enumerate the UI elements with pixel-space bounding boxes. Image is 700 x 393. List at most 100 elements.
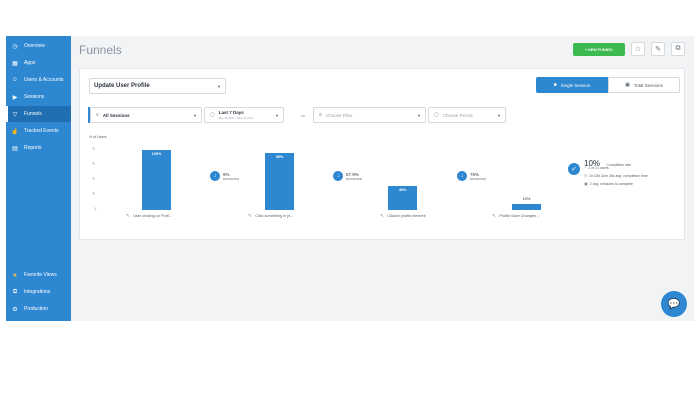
sessions-filter[interactable]: ≡ All Sessions ▼ [90, 107, 202, 123]
check-icon: ✓ [568, 163, 580, 175]
duplicate-button[interactable]: ⧉ [671, 42, 685, 56]
clock-icon: ◷ [12, 43, 18, 50]
sidebar-item-tracked-events[interactable]: ☝ Tracked Events [6, 123, 71, 139]
chevron-down-icon: ▼ [217, 84, 221, 89]
y-axis-label: % of Users [89, 135, 107, 139]
edit-button[interactable]: ✎ [651, 42, 665, 56]
bar-value-label: 95% [275, 155, 284, 159]
sidebar: ◷ Overview ▦ Apps ☺ Users & Accounts ▶ S… [6, 36, 71, 321]
pencil-tick-icon: ✎ [92, 146, 96, 151]
sidebar-item-label: Favorite Views [24, 272, 57, 278]
funnel-bar[interactable] [512, 204, 541, 210]
sidebar-item-label: Reports [24, 145, 42, 151]
sidebar-item-funnels[interactable]: ▽ Funnels [6, 106, 71, 122]
sidebar-item-production[interactable]: ⚙ Production [6, 301, 71, 317]
favorite-button[interactable]: ☆ [631, 42, 645, 56]
bar-value-label: 100% [151, 152, 162, 156]
pointer-icon: ↖ [380, 213, 385, 219]
arrow-down-icon: ↓ [333, 171, 343, 181]
sidebar-item-label: Users & Accounts [24, 77, 64, 83]
funnel-select[interactable]: Update User Profile ▼ [89, 78, 226, 94]
filter-icon: ≡ [319, 112, 322, 118]
compare-period-placeholder: Choose Period [442, 112, 473, 118]
play-icon: ▶ [12, 94, 18, 101]
stack-icon: ▣ [584, 181, 588, 186]
sidebar-item-reports[interactable]: ▤ Reports [6, 140, 71, 156]
sidebar-item-label: Overview [24, 43, 45, 49]
date-range-filter[interactable]: ▢ Last 7 Days May 18, 2021 – May 24, 202… [204, 107, 284, 123]
sidebar-item-overview[interactable]: ◷ Overview [6, 38, 71, 54]
funnel-step-label: ↖ Profile Save Changes ... [492, 213, 540, 219]
arrow-down-icon: ↓ [457, 171, 467, 181]
funnel-step-text: Profile Save Changes ... [499, 214, 541, 218]
sessions-filter-value: All Sessions [102, 112, 130, 118]
summary-time: ◷ 2d 23h 42m 26s avg. completion time [584, 173, 648, 178]
completion-rate-label: Completion rate [606, 163, 632, 167]
chevron-down-icon: ▼ [193, 113, 197, 118]
sidebar-item-label: Tracked Events [24, 128, 59, 134]
funnel-select-value: Update User Profile [94, 83, 150, 89]
grid-icon: ▦ [12, 60, 18, 67]
sidebar-item-apps[interactable]: ▦ Apps [6, 55, 71, 71]
stack-icon: ▣ [625, 82, 630, 88]
date-range-value: Last 7 Days [218, 109, 244, 115]
sidebar-item-label: Integrations [24, 289, 51, 295]
dropoff-1: ↓ 6% DROPPED [210, 171, 239, 181]
user-circle-icon: ◔ [584, 165, 587, 170]
sidebar-item-integrations[interactable]: ⧉ Integrations [6, 284, 71, 300]
total-sessions-label: Total Sessions [633, 82, 663, 88]
sidebar-item-label: Production [24, 306, 48, 312]
funnel-bar[interactable] [265, 153, 294, 210]
total-sessions-toggle[interactable]: ▣ Total Sessions [608, 77, 680, 93]
bar-value-label: 10% [522, 197, 531, 201]
single-session-toggle[interactable]: ■ Single Session [536, 77, 608, 93]
new-funnel-button[interactable]: + NEW FUNNEL [573, 43, 625, 56]
filter-icon: ≡ [96, 112, 99, 118]
dropoff-3: ↓ 75% DROPPED [457, 171, 486, 181]
pointer-icon: ↖ [492, 213, 497, 219]
funnel-step-text: Clicked profile element [387, 214, 426, 218]
square-icon: ■ [553, 82, 557, 88]
sidebar-item-label: Apps [24, 60, 36, 66]
chat-button[interactable]: 💬 [661, 291, 687, 317]
summary-sessions: ▣ 2 avg. sessions to complete [584, 181, 633, 186]
arrow-down-icon: ↓ [210, 171, 220, 181]
chevron-down-icon: ▼ [497, 113, 501, 118]
sidebar-item-label: Sessions [24, 94, 45, 100]
funnel-card: Update User Profile ▼ ■ Single Session ▣… [79, 68, 685, 240]
pointer-icon: ↖ [248, 213, 253, 219]
integrations-icon: ⧉ [12, 288, 18, 295]
sidebar-item-sessions[interactable]: ▶ Sessions [6, 89, 71, 105]
dropoff-label: DROPPED [470, 176, 487, 181]
copy-icon: ⧉ [675, 45, 681, 52]
chat-icon: 💬 [667, 298, 681, 310]
sidebar-item-users-accounts[interactable]: ☺ Users & Accounts [6, 72, 71, 88]
single-session-label: Single Session [560, 82, 591, 88]
pencil-tick-icon: ✎ [92, 176, 96, 181]
summary-users: ◔ 2 of 21 users [584, 165, 609, 170]
pointer-icon: ↖ [126, 213, 131, 219]
dropoff-label: DROPPED [223, 176, 240, 181]
funnel-step-label: ↖ User clicking on Profi... [126, 213, 172, 219]
clock-icon: ◷ [584, 173, 588, 178]
summary-sessions-text: 2 avg. sessions to complete [589, 181, 633, 186]
page-title: Funnels [79, 43, 122, 57]
funnel-bar[interactable] [142, 150, 171, 210]
compare-filter[interactable]: ≡ Choose Filter ▼ [313, 107, 426, 123]
gear-icon: ⚙ [12, 306, 18, 313]
pencil-tick-icon: ✎ [92, 191, 96, 196]
bar-value-label: 40% [398, 188, 407, 192]
main-content: Funnels + NEW FUNNEL ☆ ✎ ⧉ Update User P… [71, 36, 694, 321]
tracked-events-icon: ☝ [11, 128, 19, 135]
sidebar-item-label: Funnels [24, 111, 42, 117]
funnel-step-text: User clicking on Profi... [133, 214, 173, 218]
star-icon: ★ [12, 272, 18, 279]
y-tick-zero: 1 [94, 206, 97, 211]
calendar-icon: ▢ [434, 112, 439, 118]
sidebar-item-favorite-views[interactable]: ★ Favorite Views [6, 267, 71, 283]
vs-label: vs [301, 113, 305, 118]
calendar-icon: ▢ [210, 112, 215, 118]
summary-users-text: 2 of 21 users [588, 165, 609, 170]
funnel-icon: ▽ [12, 111, 18, 118]
compare-period[interactable]: ▢ Choose Period ▼ [428, 107, 506, 123]
